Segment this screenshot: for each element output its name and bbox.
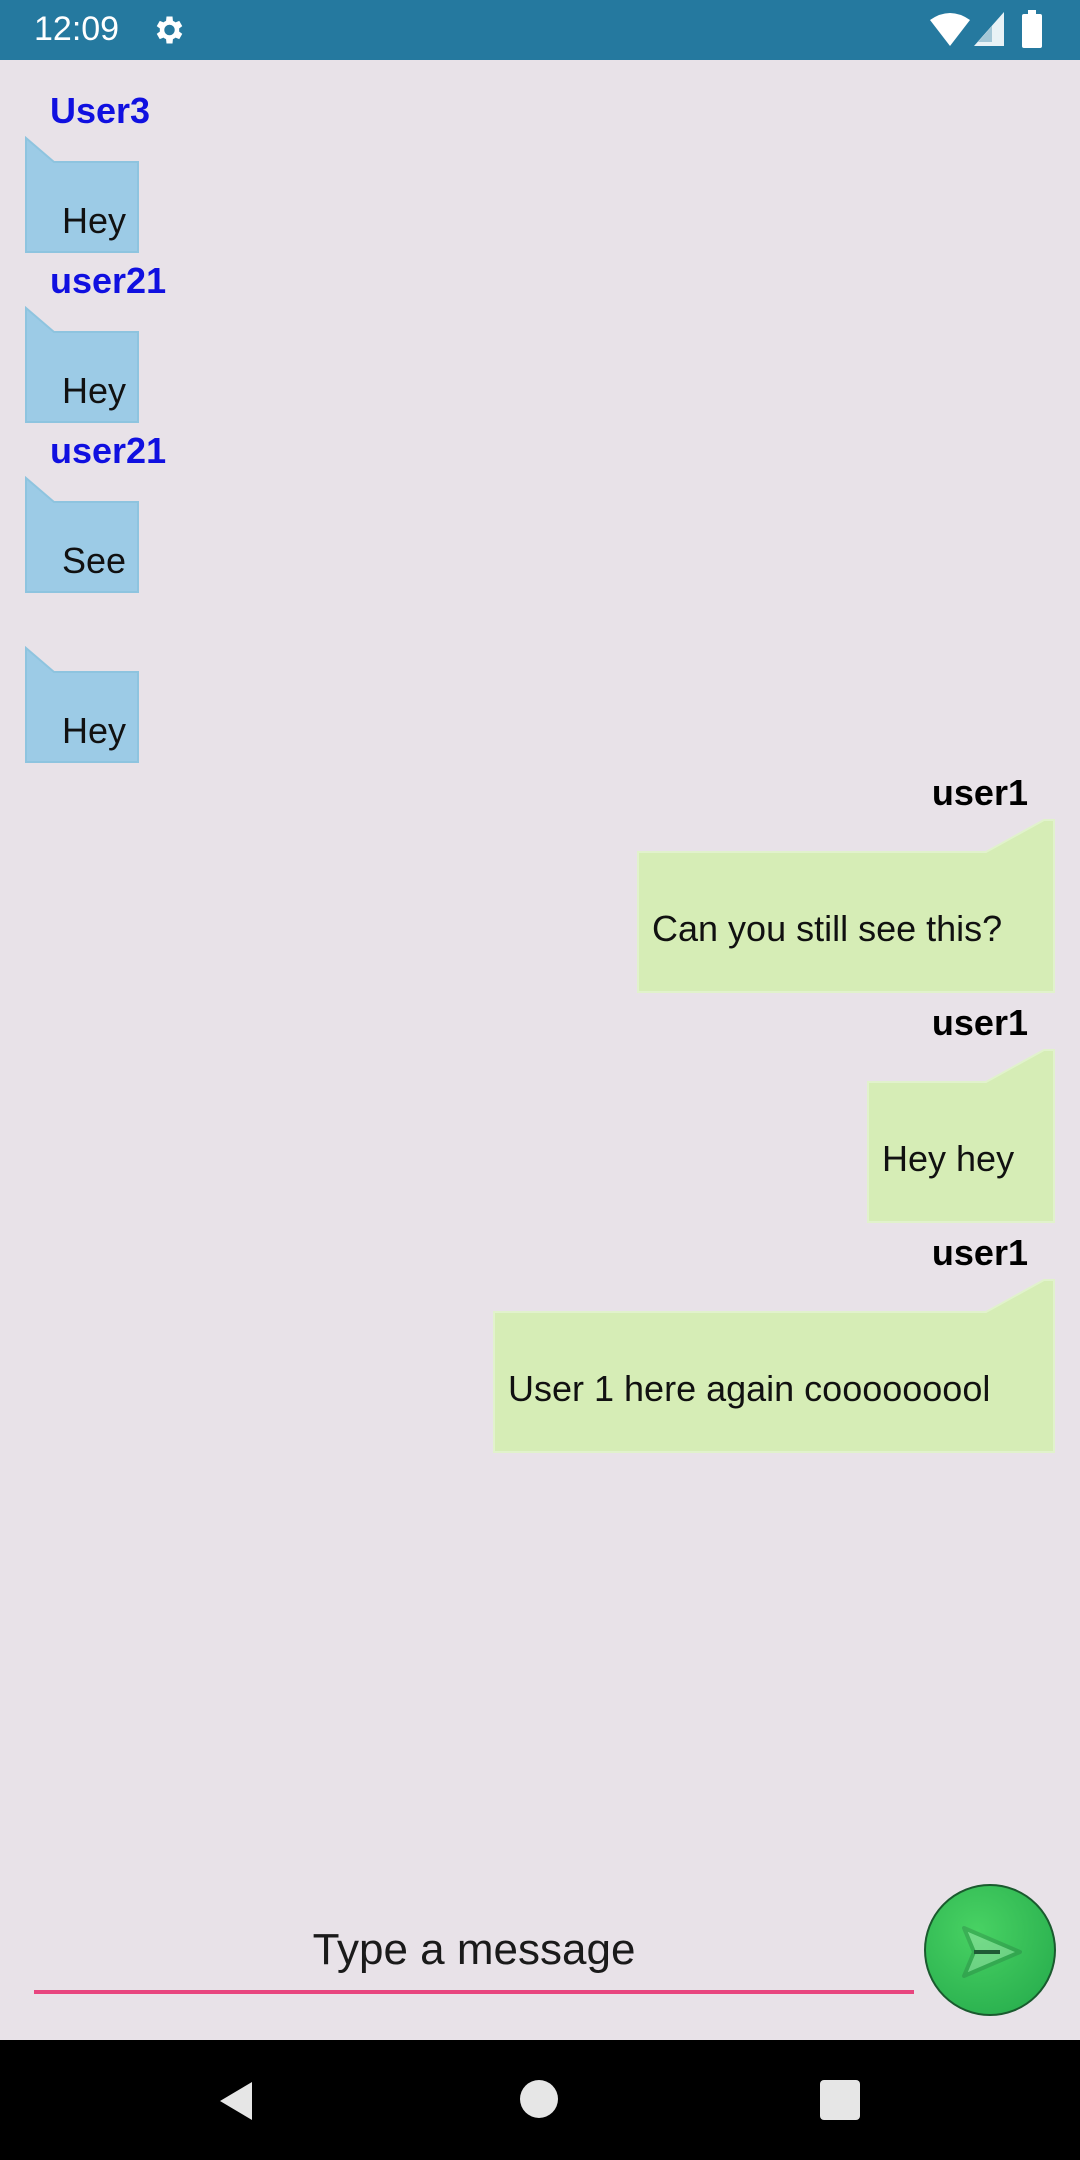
message-text: Hey — [62, 200, 127, 241]
system-nav-bar — [0, 2040, 1080, 2160]
message-sender: user21 — [50, 430, 167, 471]
status-time: 12:09 — [34, 10, 120, 48]
message-sender: user1 — [931, 772, 1028, 813]
incoming-message-bubble[interactable]: See — [24, 476, 142, 654]
gear-icon — [156, 16, 183, 44]
back-icon[interactable] — [218, 2080, 254, 2122]
incoming-message-bubble[interactable]: Hey — [24, 646, 142, 824]
signal-icon — [974, 12, 1004, 46]
outgoing-message-bubble[interactable]: User 1 here again cooooooool — [492, 1278, 1056, 1458]
message-sender: user1 — [931, 1002, 1028, 1043]
message-text: See — [62, 540, 127, 581]
outgoing-message-bubble[interactable]: Can you still see this? — [636, 818, 1056, 998]
message-text: Hey — [62, 370, 127, 411]
home-icon[interactable] — [520, 2080, 558, 2118]
message-text: Can you still see this? — [652, 908, 1003, 949]
message-sender: User3 — [50, 90, 151, 131]
send-button[interactable] — [924, 1884, 1056, 2016]
wifi-icon — [930, 13, 970, 46]
status-bar: 12:09 — [0, 0, 1080, 60]
message-sender: user21 — [50, 260, 167, 301]
chat-message-list[interactable]: User3 Hey user21 Hey user21 See Hey user… — [0, 60, 1080, 1850]
battery-icon — [1022, 10, 1042, 48]
message-sender: user1 — [931, 1232, 1028, 1273]
message-input[interactable] — [34, 1910, 914, 1994]
message-composer — [0, 1850, 1080, 2040]
message-text: User 1 here again cooooooool — [508, 1368, 991, 1409]
message-text: Hey — [62, 710, 127, 751]
send-icon — [962, 1926, 1022, 1978]
message-text: Hey hey — [882, 1138, 1015, 1179]
outgoing-message-bubble[interactable]: Hey hey — [866, 1048, 1056, 1228]
recents-icon[interactable] — [820, 2080, 860, 2120]
